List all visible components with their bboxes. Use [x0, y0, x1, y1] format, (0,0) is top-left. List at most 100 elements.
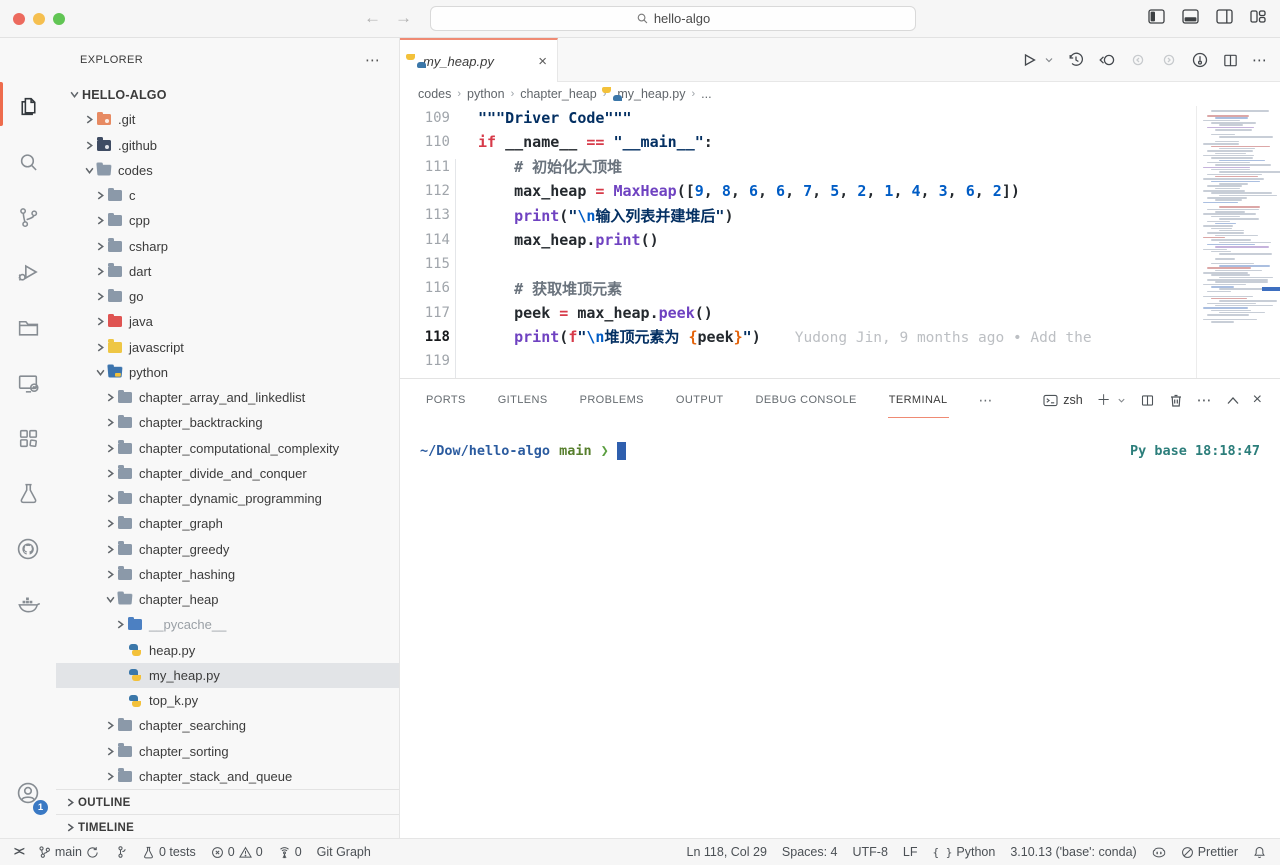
minimap[interactable]	[1196, 106, 1280, 378]
chevron-right-icon[interactable]	[92, 191, 108, 200]
remote-explorer-icon[interactable]	[0, 359, 56, 407]
status-language-mode[interactable]: { }Python	[933, 845, 996, 859]
commit-graph-icon[interactable]	[1191, 51, 1209, 69]
panel-tab-ports[interactable]: PORTS	[425, 382, 467, 418]
chevron-right-icon[interactable]	[102, 519, 118, 528]
chevron-right-icon[interactable]	[92, 242, 108, 251]
chevron-right-icon[interactable]	[102, 545, 118, 554]
status-gitlens[interactable]	[114, 845, 127, 859]
previous-change-icon[interactable]	[1129, 51, 1147, 69]
code-line-113[interactable]: 113 print("\n输入列表并建堆后")	[400, 203, 1196, 227]
status-copilot[interactable]	[1152, 846, 1166, 859]
panel-tab-terminal[interactable]: TERMINAL	[888, 382, 949, 418]
chevron-down-icon[interactable]	[81, 166, 97, 175]
tree-item-csharp[interactable]: csharp	[56, 234, 399, 259]
tab-my-heap[interactable]: my_heap.py ×	[400, 38, 558, 82]
window-controls[interactable]	[13, 13, 65, 25]
chevron-right-icon[interactable]	[102, 570, 118, 579]
tree-item-codes[interactable]: codes	[56, 158, 399, 183]
tree-item-hello-algo[interactable]: HELLO-ALGO	[56, 82, 399, 107]
status-feedback[interactable]: 0	[278, 845, 302, 859]
code-line-111[interactable]: 111 # 初始化大顶堆	[400, 155, 1196, 179]
close-window-button[interactable]	[13, 13, 25, 25]
source-control-icon[interactable]	[0, 193, 56, 241]
forward-icon[interactable]: →	[395, 8, 412, 28]
panel-tabs-more-icon[interactable]: ⋯	[979, 392, 994, 409]
chevron-right-icon[interactable]	[102, 469, 118, 478]
split-editor-icon[interactable]	[1222, 52, 1239, 69]
tree-item--github[interactable]: .github	[56, 133, 399, 158]
tree-item-chapter-graph[interactable]: chapter_graph	[56, 511, 399, 536]
search-view-icon[interactable]	[0, 138, 56, 186]
code-line-110[interactable]: 110if __name__ == "__main__":	[400, 130, 1196, 154]
tree-item-heap-py[interactable]: heap.py	[56, 638, 399, 663]
tree-item-chapter-heap[interactable]: chapter_heap	[56, 587, 399, 612]
status-git-graph[interactable]: Git Graph	[317, 845, 371, 859]
status-cursor-position[interactable]: Ln 118, Col 29	[687, 845, 767, 859]
close-panel-icon[interactable]: ×	[1253, 391, 1262, 409]
accounts-icon[interactable]: 1	[0, 769, 56, 817]
chevron-right-icon[interactable]	[92, 317, 108, 326]
tree-item-cpp[interactable]: cpp	[56, 208, 399, 233]
chevron-right-icon[interactable]	[102, 772, 118, 781]
code-line-117[interactable]: 117 peek = max_heap.peek()	[400, 300, 1196, 324]
tree-item-chapter-searching[interactable]: chapter_searching	[56, 713, 399, 738]
tree-item-chapter-stack-and-queue[interactable]: chapter_stack_and_queue	[56, 764, 399, 789]
code-line-116[interactable]: 116 # 获取堆顶元素	[400, 276, 1196, 300]
tree-item-chapter-backtracking[interactable]: chapter_backtracking	[56, 410, 399, 435]
code-line-114[interactable]: 114 max_heap.print()	[400, 227, 1196, 251]
status-python-interpreter[interactable]: 3.10.13 ('base': conda)	[1010, 845, 1136, 859]
command-center-search[interactable]: hello-algo	[430, 6, 916, 31]
maximize-panel-icon[interactable]	[1227, 396, 1239, 405]
chevron-down-icon[interactable]	[92, 368, 108, 377]
toggle-panel-icon[interactable]	[1182, 9, 1199, 24]
extensions-icon[interactable]	[0, 414, 56, 462]
chevron-right-icon[interactable]	[81, 115, 97, 124]
chevron-right-icon[interactable]	[102, 418, 118, 427]
status-eol[interactable]: LF	[903, 845, 918, 859]
minimize-window-button[interactable]	[33, 13, 45, 25]
file-history-icon[interactable]	[1067, 51, 1085, 69]
status-git-branch[interactable]: main	[38, 845, 99, 859]
new-terminal-icon[interactable]: ＋	[1097, 390, 1111, 410]
chevron-down-icon[interactable]	[66, 90, 82, 99]
tree-item-chapter-dynamic-programming[interactable]: chapter_dynamic_programming	[56, 486, 399, 511]
panel-tab-problems[interactable]: PROBLEMS	[579, 382, 645, 418]
chevron-right-icon[interactable]	[102, 494, 118, 503]
chevron-right-icon[interactable]	[92, 267, 108, 276]
breadcrumb-item[interactable]: codes	[418, 87, 451, 101]
status-indentation[interactable]: Spaces: 4	[782, 845, 838, 859]
customize-layout-icon[interactable]	[1250, 9, 1266, 24]
docker-icon[interactable]	[0, 580, 56, 628]
chevron-right-icon[interactable]	[102, 393, 118, 402]
kill-terminal-icon[interactable]	[1169, 393, 1183, 408]
code-line-118[interactable]: 118 print(f"\n堆顶元素为 {peek}")Yudong Jin, …	[400, 325, 1196, 349]
editor-more-actions-icon[interactable]: ⋯	[1252, 51, 1268, 69]
gitlens-compare-icon[interactable]	[1098, 51, 1116, 69]
github-icon[interactable]	[0, 525, 56, 573]
chevron-right-icon[interactable]	[92, 216, 108, 225]
next-change-icon[interactable]	[1160, 51, 1178, 69]
status-tests[interactable]: 0 tests	[142, 845, 196, 859]
chevron-right-icon[interactable]	[102, 721, 118, 730]
run-debug-icon[interactable]	[0, 248, 56, 296]
explorer-icon[interactable]	[0, 82, 56, 130]
tree-item-top-k-py[interactable]: top_k.py	[56, 688, 399, 713]
status-encoding[interactable]: UTF-8	[853, 845, 888, 859]
tree-item-dart[interactable]: dart	[56, 259, 399, 284]
chevron-down-icon[interactable]	[102, 595, 118, 604]
status-remote-indicator[interactable]: ><	[14, 846, 23, 858]
code-line-115[interactable]: 115	[400, 252, 1196, 276]
breadcrumb-item[interactable]: python	[467, 87, 505, 101]
terminal-content[interactable]: ~/Dow/hello-algomain❯ Py base 18:18:47	[420, 439, 1260, 463]
tree-item-go[interactable]: go	[56, 284, 399, 309]
status-notifications[interactable]	[1253, 846, 1266, 859]
chevron-right-icon[interactable]	[92, 292, 108, 301]
tree-item-chapter-array-and-linkedlist[interactable]: chapter_array_and_linkedlist	[56, 385, 399, 410]
tree-item-my-heap-py[interactable]: my_heap.py	[56, 663, 399, 688]
tree-item-python[interactable]: python	[56, 360, 399, 385]
tree-item-chapter-hashing[interactable]: chapter_hashing	[56, 562, 399, 587]
chevron-right-icon[interactable]	[112, 620, 128, 629]
chevron-right-icon[interactable]	[92, 343, 108, 352]
status-prettier[interactable]: Prettier	[1181, 845, 1238, 859]
